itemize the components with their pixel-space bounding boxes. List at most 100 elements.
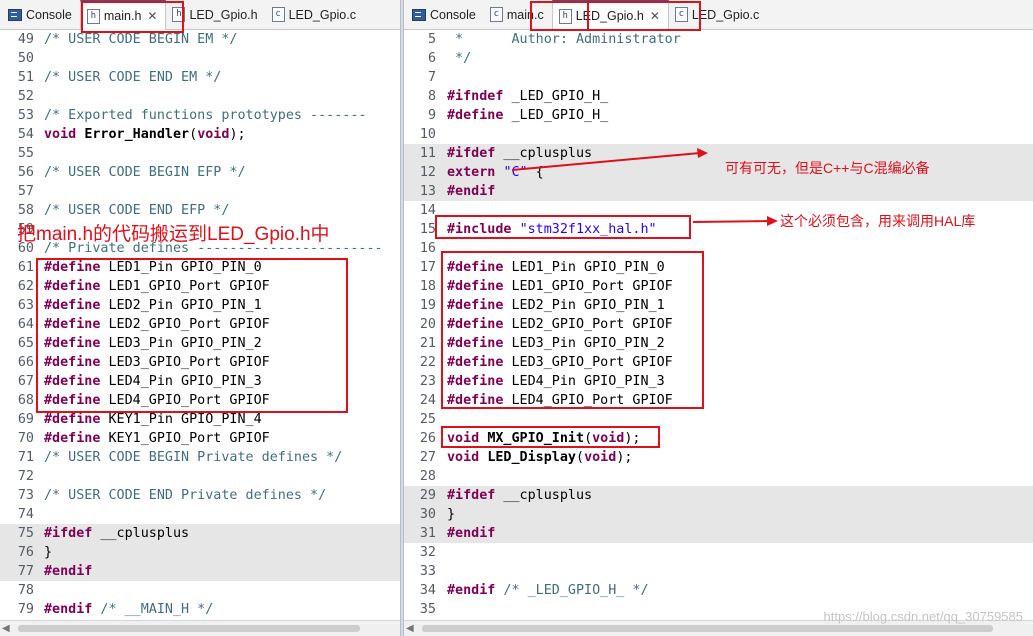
- scroll-left-arrow-icon[interactable]: ◀: [2, 623, 10, 634]
- left-scroll-thumb[interactable]: [18, 625, 360, 632]
- code-keyword: #define: [44, 336, 101, 351]
- code-line: 74: [0, 505, 400, 524]
- code-line: 28: [404, 467, 1033, 486]
- code-plain: LED1_Pin GPIO_PIN_0: [503, 260, 665, 275]
- line-number: 63: [17, 298, 34, 313]
- code-text: /* USER CODE BEGIN Private defines */: [44, 448, 342, 467]
- right-tab-led-gpio-c[interactable]: c LED_Gpio.c: [669, 0, 767, 29]
- code-plain: LED3_GPIO_Port GPIOF: [100, 355, 270, 370]
- left-horizontal-scrollbar[interactable]: ◀: [0, 620, 400, 636]
- code-plain: (: [584, 431, 593, 446]
- led-gpio-h-code-editor[interactable]: 5 * Author: Administrator 6 */7 8 #ifndef _…: [404, 30, 1033, 620]
- code-comment: /* Exported functions prototypes -------: [44, 108, 367, 123]
- code-line: 20 #define LED2_GPIO_Port GPIOF: [404, 315, 1033, 334]
- close-tab-icon[interactable]: ✕: [650, 9, 660, 23]
- code-comment: /* USER CODE BEGIN EFP */: [44, 165, 246, 180]
- line-number: 35: [419, 602, 436, 617]
- code-function-name: LED_Display: [487, 450, 576, 465]
- code-text: extern "C" {: [447, 163, 544, 182]
- line-number: 57: [17, 184, 34, 199]
- tab-label: main.h: [103, 9, 142, 23]
- code-keyword: #endif: [447, 184, 496, 199]
- code-text: #define LED1_GPIO_Port GPIOF: [44, 277, 270, 296]
- c-file-icon: c: [271, 7, 285, 22]
- code-text: }: [44, 543, 52, 562]
- line-number: 6: [427, 51, 436, 66]
- scroll-left-arrow-icon[interactable]: ◀: [406, 623, 414, 634]
- code-keyword: #define: [447, 260, 504, 275]
- code-plain: __cplusplus: [495, 488, 593, 503]
- code-comment: /* USER CODE END Private defines */: [44, 488, 327, 503]
- code-line: 25: [404, 410, 1033, 429]
- left-tab-led-gpio-c[interactable]: c LED_Gpio.c: [266, 0, 364, 29]
- code-text: #endif /* _LED_GPIO_H_ */: [447, 581, 649, 600]
- code-keyword: #define: [44, 317, 101, 332]
- code-line: 50: [0, 49, 400, 68]
- code-plain: {: [527, 165, 544, 180]
- console-icon: [8, 8, 22, 21]
- code-line: 61 #define LED1_Pin GPIO_PIN_0: [0, 258, 400, 277]
- line-number: 20: [419, 317, 436, 332]
- line-number: 25: [419, 412, 436, 427]
- code-text: #define LED4_Pin GPIO_PIN_3: [44, 372, 262, 391]
- code-plain: );: [229, 127, 246, 142]
- left-tab-console[interactable]: Console: [2, 0, 80, 29]
- code-line: 58 /* USER CODE END EFP */: [0, 201, 400, 220]
- right-tab-main-c[interactable]: c main.c: [484, 0, 552, 29]
- code-text: #ifndef _LED_GPIO_H_: [447, 87, 608, 106]
- code-text: #define LED2_Pin GPIO_PIN_1: [44, 296, 262, 315]
- line-number: 62: [17, 279, 34, 294]
- code-text: void Error_Handler(void);: [44, 125, 246, 144]
- c-file-icon: c: [674, 7, 688, 22]
- code-plain: LED2_Pin GPIO_PIN_1: [503, 298, 665, 313]
- code-comment: /* USER CODE BEGIN EM */: [44, 32, 238, 47]
- code-line: 57: [0, 182, 400, 201]
- code-text: #include "stm32f1xx_hal.h": [447, 220, 657, 239]
- code-line: 6 */: [404, 49, 1033, 68]
- line-number: 9: [427, 108, 436, 123]
- code-line: 22 #define LED3_GPIO_Port GPIOF: [404, 353, 1033, 372]
- right-tab-led-gpio-h[interactable]: h LED_Gpio.h ✕: [551, 0, 669, 30]
- code-line: 29 #ifdef __cplusplus: [404, 486, 1033, 505]
- code-keyword: #define: [447, 355, 504, 370]
- left-tab-led-gpio-h[interactable]: h LED_Gpio.h: [166, 0, 265, 29]
- code-text: #define LED1_Pin GPIO_PIN_0: [447, 258, 665, 277]
- code-text: #define LED4_Pin GPIO_PIN_3: [447, 372, 665, 391]
- main-h-code-editor[interactable]: 49 /* USER CODE BEGIN EM */ 50 51 /* USER CO…: [0, 30, 400, 620]
- code-line: 53 /* Exported functions prototypes -----…: [0, 106, 400, 125]
- code-line: 68 #define LED4_GPIO_Port GPIOF: [0, 391, 400, 410]
- code-line: 52: [0, 87, 400, 106]
- right-scroll-thumb[interactable]: [422, 625, 993, 632]
- code-line: 49 /* USER CODE BEGIN EM */: [0, 30, 400, 49]
- code-keyword: void: [592, 431, 625, 446]
- tab-label: LED_Gpio.c: [288, 7, 356, 22]
- close-tab-icon[interactable]: ✕: [147, 9, 157, 23]
- code-keyword: #define: [44, 431, 101, 446]
- right-tab-bar: Console c main.c h LED_Gpio.h ✕ c LED_Gpio.c: [404, 0, 1033, 30]
- code-line: 8 #ifndef _LED_GPIO_H_: [404, 87, 1033, 106]
- line-number: 24: [419, 393, 436, 408]
- left-tab-main-h[interactable]: h main.h ✕: [79, 0, 167, 30]
- line-number: 51: [17, 70, 34, 85]
- code-keyword: void: [44, 127, 77, 142]
- code-plain: KEY1_Pin GPIO_PIN_4: [100, 412, 262, 427]
- line-number: 19: [419, 298, 436, 313]
- code-plain: KEY1_GPIO_Port GPIOF: [100, 431, 270, 446]
- line-number: 76: [17, 545, 34, 560]
- line-number: 72: [17, 469, 34, 484]
- line-number: 21: [419, 336, 436, 351]
- line-number: 61: [17, 260, 34, 275]
- line-number: 5: [427, 32, 436, 47]
- code-plain: );: [624, 431, 641, 446]
- line-number: 30: [419, 507, 436, 522]
- line-number: 49: [17, 32, 34, 47]
- line-number: 34: [419, 583, 436, 598]
- line-number: 16: [419, 241, 436, 256]
- line-number: 22: [419, 355, 436, 370]
- code-line: 73 /* USER CODE END Private defines */: [0, 486, 400, 505]
- code-function-name: Error_Handler: [84, 127, 190, 142]
- right-tab-console[interactable]: Console: [406, 0, 484, 29]
- line-number: 26: [419, 431, 436, 446]
- code-keyword: #ifdef: [44, 526, 93, 541]
- code-text: #endif: [447, 182, 495, 201]
